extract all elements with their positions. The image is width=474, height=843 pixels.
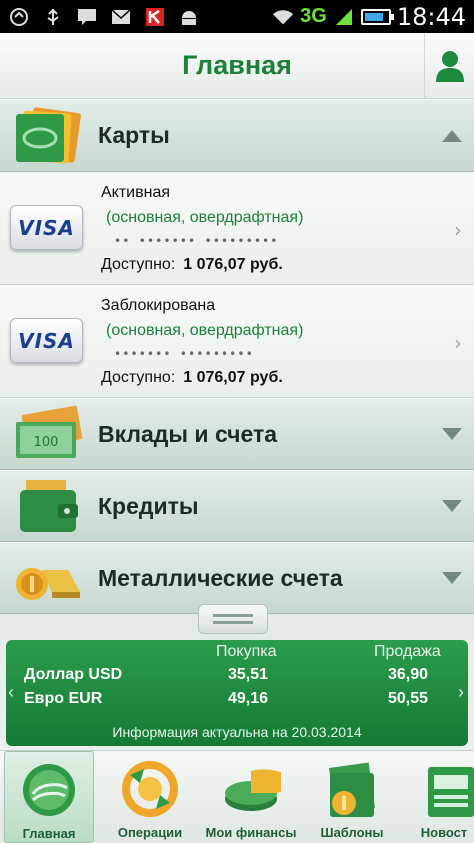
chevron-right-icon: ›: [454, 331, 462, 355]
expand-arrow-icon: [442, 572, 462, 584]
card-number-masked: ••••••• •••••••••: [114, 347, 254, 361]
gold-bars-icon: [16, 568, 80, 600]
buy-header: Покупка: [216, 643, 277, 660]
eur-buy-rate: 49,16: [228, 690, 269, 707]
wifi-icon: [272, 7, 294, 27]
section-title-credits: Кредиты: [98, 492, 199, 519]
expand-arrow-icon: [442, 428, 462, 440]
usd-buy-rate: 35,51: [228, 666, 269, 683]
card-type: (основная, овердрафтная): [106, 322, 304, 339]
nav-label: Шаблоны: [320, 825, 384, 840]
signal-icon: [333, 7, 355, 27]
battery-icon: [360, 8, 394, 25]
page-title: Главная: [182, 50, 292, 80]
currency-name-usd: Доллар USD: [24, 666, 123, 683]
app-header: Главная: [0, 33, 474, 99]
card-balance: 1 076,07 руб.: [183, 369, 283, 386]
folder-icon: [328, 762, 376, 817]
sync-icon: [8, 7, 30, 27]
svg-text:100: 100: [34, 435, 59, 450]
nav-item-home[interactable]: Главная: [4, 751, 94, 843]
drag-handle[interactable]: [198, 604, 268, 634]
card-row-blocked[interactable]: VISA Заблокирована (основная, овердрафтн…: [0, 285, 474, 398]
card-balance: 1 076,07 руб.: [183, 256, 283, 273]
card-available: Доступно: 1 076,07 руб.: [101, 256, 283, 273]
home-logo-icon: [23, 764, 75, 816]
nav-item-operations[interactable]: Операции: [104, 751, 196, 843]
nav-label: Главная: [22, 826, 76, 841]
section-deposits[interactable]: 100 Вклады и счета: [0, 398, 474, 470]
nav-label: Операции: [117, 825, 183, 840]
section-title-cards: Карты: [98, 122, 170, 148]
rates-date-info: Информация актуальна на 20.03.2014: [112, 724, 362, 740]
card-type: (основная, овердрафтная): [106, 209, 304, 226]
chevron-right-icon[interactable]: ›: [458, 682, 464, 703]
usd-sell-rate: 36,90: [388, 666, 429, 683]
chevron-right-icon: ›: [454, 218, 462, 242]
sell-header: Продажа: [374, 643, 441, 660]
nav-item-templates[interactable]: Шаблоны: [306, 751, 398, 843]
collapse-arrow-icon: [442, 129, 462, 142]
expand-arrow-icon: [442, 500, 462, 512]
section-title-metals: Металлические счета: [98, 564, 343, 591]
nav-label: Мои финансы: [205, 825, 297, 840]
nav-item-finances[interactable]: Мои финансы: [204, 751, 298, 843]
news-icon: [428, 767, 474, 817]
user-icon: [435, 51, 464, 82]
nav-label: Новост: [420, 825, 468, 840]
status-bar: 3G 18:44: [0, 0, 474, 33]
mail-icon: [110, 7, 132, 27]
eur-sell-rate: 50,55: [388, 690, 429, 707]
profile-button[interactable]: [424, 33, 474, 99]
cards-icon: [16, 106, 81, 163]
section-credits[interactable]: Кредиты: [0, 470, 474, 542]
nav-item-news[interactable]: Новост: [414, 751, 474, 843]
wallet-icon: [20, 480, 78, 532]
operations-icon: [122, 761, 178, 817]
chevron-left-icon[interactable]: ‹: [8, 682, 14, 703]
card-number-masked: •• ••••••• •••••••••: [114, 234, 279, 248]
network-type: 3G: [300, 5, 327, 27]
card-status: Активная: [101, 184, 171, 201]
android-icon: [178, 7, 200, 27]
bottom-nav: ‹ Главная Операции Мои финансы: [0, 750, 474, 843]
section-cards[interactable]: Карты: [0, 99, 474, 172]
banknotes-icon: 100: [16, 405, 83, 458]
antivirus-icon: [144, 7, 166, 27]
section-title-deposits: Вклады и счета: [98, 420, 278, 447]
message-icon: [76, 7, 98, 27]
currency-rates-panel: Покупка Продажа Доллар USD 35,51 36,90 Е…: [6, 640, 468, 746]
currency-name-eur: Евро EUR: [24, 690, 103, 707]
clock: 18:44: [396, 2, 466, 31]
card-status: Заблокирована: [101, 297, 216, 314]
card-row-active[interactable]: VISA Активная (основная, овердрафтная) •…: [0, 172, 474, 285]
card-available: Доступно: 1 076,07 руб.: [101, 369, 283, 386]
visa-logo: VISA: [10, 318, 83, 363]
visa-logo: VISA: [10, 205, 83, 250]
usb-icon: [42, 7, 64, 27]
pie-chart-icon: [225, 769, 281, 811]
